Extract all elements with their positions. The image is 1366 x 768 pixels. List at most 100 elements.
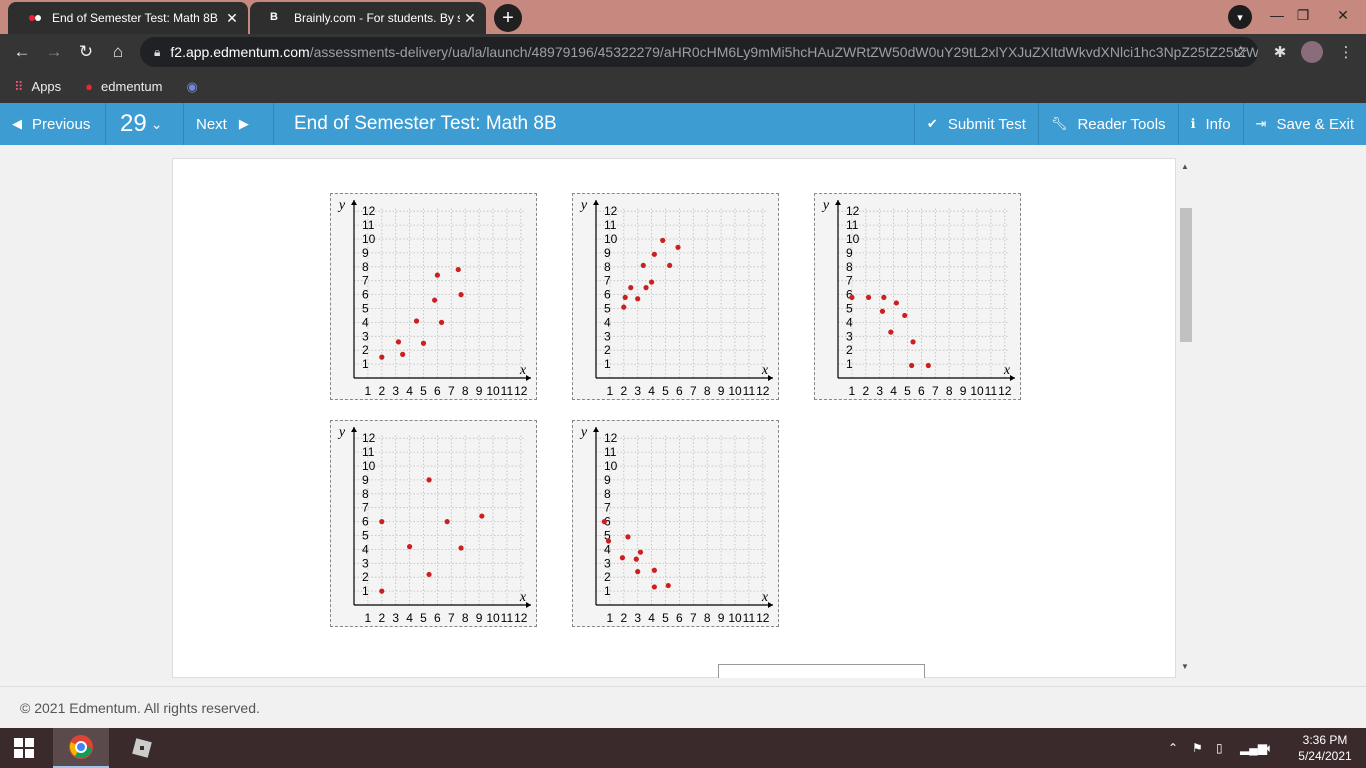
data-point bbox=[849, 294, 855, 300]
previous-label: Previous bbox=[32, 115, 91, 133]
tab-search-icon[interactable]: ▾ bbox=[1228, 5, 1252, 29]
previous-button[interactable]: ◀ Previous bbox=[0, 103, 106, 145]
question-selector[interactable]: 29 ⌄ bbox=[106, 103, 184, 145]
roblox-taskbar-icon[interactable] bbox=[114, 728, 170, 768]
close-tab-icon[interactable]: ✕ bbox=[460, 10, 480, 27]
y-axis-label: y bbox=[821, 198, 830, 213]
y-tick-label: 4 bbox=[604, 542, 611, 556]
answer-choice-graph-5[interactable]: 1 2 3 4 5 6 7 8 9 10 11 12 1 2 3 4 5 6 7 8 9 10 11 12 x y bbox=[572, 420, 779, 627]
scroll-up-icon[interactable]: ▲ bbox=[1178, 162, 1192, 176]
extensions-icon[interactable]: ✱ bbox=[1264, 34, 1296, 70]
y-tick-label: 2 bbox=[846, 343, 853, 357]
y-tick-label: 5 bbox=[362, 302, 369, 316]
close-window-icon[interactable]: ✕ bbox=[1320, 0, 1366, 30]
bookmark-apps[interactable]: ⠿ Apps bbox=[14, 79, 61, 95]
data-point bbox=[651, 584, 657, 590]
data-point bbox=[651, 567, 657, 573]
x-tick-label: 1 bbox=[365, 384, 372, 398]
answer-drop-zone[interactable] bbox=[718, 664, 925, 678]
new-tab-button[interactable]: + bbox=[494, 4, 522, 32]
x-axis-arrow bbox=[768, 375, 773, 381]
chrome-taskbar-icon[interactable] bbox=[53, 728, 109, 768]
scroll-down-icon[interactable]: ▼ bbox=[1178, 662, 1192, 676]
data-point bbox=[379, 519, 385, 525]
back-icon[interactable]: ← bbox=[6, 36, 38, 68]
page-title: End of Semester Test: Math 8B bbox=[294, 113, 557, 134]
y-axis-arrow bbox=[593, 427, 599, 432]
x-tick-label: 4 bbox=[648, 611, 655, 625]
edmentum-favicon-icon bbox=[28, 11, 42, 25]
volume-icon[interactable]: 🔈︎ bbox=[1266, 728, 1273, 768]
address-bar[interactable]: 🔒︎ f2.app.edmentum.com /assessments-deli… bbox=[140, 37, 1258, 67]
network-icon[interactable]: ▂▄▆ bbox=[1240, 728, 1267, 768]
data-point bbox=[625, 534, 631, 540]
answer-choice-graph-3[interactable]: 1 2 3 4 5 6 7 8 9 10 11 12 1 2 3 4 5 6 7 8 9 10 11 12 x y bbox=[814, 193, 1021, 400]
x-tick-label: 7 bbox=[448, 611, 455, 625]
scatter-plot-2: 1 2 3 4 5 6 7 8 9 10 11 12123456789101112xy bbox=[579, 198, 773, 398]
avatar[interactable] bbox=[1296, 34, 1328, 70]
windows-start-icon[interactable] bbox=[0, 728, 48, 768]
forward-icon[interactable]: → bbox=[38, 36, 70, 68]
y-tick-label: 7 bbox=[362, 274, 369, 288]
x-tick-label: 2 bbox=[862, 384, 869, 398]
answer-choice-graph-2[interactable]: 1 2 3 4 5 6 7 8 9 10 11 12 1 2 3 4 5 6 7 8 9 10 11 12 x y bbox=[572, 193, 779, 400]
taskbar: ⌃ ⚑ ▯ ▂▄▆ 🔈︎ 3:36 PM 5/24/2021 bbox=[0, 728, 1366, 768]
data-point bbox=[640, 262, 646, 269]
x-tick-label: 1 bbox=[607, 611, 614, 625]
y-tick-label: 7 bbox=[604, 274, 611, 288]
tab-edmentum[interactable]: End of Semester Test: Math 8B ✕ bbox=[8, 2, 248, 34]
y-tick-label: 5 bbox=[846, 302, 853, 316]
y-axis-label: y bbox=[579, 425, 588, 440]
x-axis-label: x bbox=[761, 363, 769, 378]
x-tick-label: 6 bbox=[434, 384, 441, 398]
x-tick-label: 3 bbox=[634, 384, 641, 398]
info-button[interactable]: ℹ Info bbox=[1177, 103, 1243, 145]
data-point bbox=[635, 296, 641, 302]
x-tick-label: 5 bbox=[662, 384, 669, 398]
scrollbar-thumb[interactable] bbox=[1180, 208, 1192, 342]
next-button[interactable]: Next ▶ bbox=[184, 103, 274, 145]
y-tick-label: 3 bbox=[604, 329, 611, 343]
reader-tools-button[interactable]: 🔧︎ Reader Tools bbox=[1037, 103, 1178, 145]
system-clock[interactable]: 3:36 PM 5/24/2021 bbox=[1294, 732, 1356, 764]
bookmark-edmentum[interactable]: ● edmentum bbox=[85, 79, 162, 94]
y-tick-label: 9 bbox=[362, 246, 369, 260]
tray-chevron-icon[interactable]: ⌃ bbox=[1168, 728, 1178, 768]
home-icon[interactable]: ⌂ bbox=[102, 36, 134, 68]
save-exit-button[interactable]: ⇥ Save & Exit bbox=[1242, 103, 1366, 145]
x-tick-label: 9 bbox=[960, 384, 967, 398]
y-tick-label: 8 bbox=[846, 260, 853, 274]
save-exit-label: Save & Exit bbox=[1276, 115, 1354, 133]
menu-icon[interactable]: ⋮ bbox=[1330, 34, 1362, 70]
scatter-plot-5: 1 2 3 4 5 6 7 8 9 10 11 12123456789101112xy bbox=[579, 425, 773, 625]
clock-date: 5/24/2021 bbox=[1298, 749, 1352, 763]
tab-title: End of Semester Test: Math 8B bbox=[52, 11, 218, 25]
bookmark-label: Apps bbox=[31, 79, 62, 94]
data-point bbox=[379, 354, 385, 360]
submit-test-button[interactable]: ✔ Submit Test bbox=[913, 103, 1038, 145]
data-point bbox=[637, 549, 644, 555]
device-icon[interactable]: ▯ bbox=[1216, 728, 1223, 768]
close-tab-icon[interactable]: ✕ bbox=[222, 10, 242, 27]
x-tick-label: 9 bbox=[476, 384, 483, 398]
answer-choice-graph-1[interactable]: 1 2 3 4 5 6 7 8 9 10 11 12 1 2 3 4 5 6 7 8 9 10 11 12 x y bbox=[330, 193, 537, 400]
bookmark-discord[interactable]: ◉ bbox=[186, 79, 205, 95]
url-host: f2.app.edmentum.com bbox=[170, 44, 310, 60]
x-tick-label: 11 bbox=[743, 611, 756, 625]
answer-choice-graph-4[interactable]: 1 2 3 4 5 6 7 8 9 10 11 12 1 2 3 4 5 6 7 8 9 10 11 12 x y bbox=[330, 420, 537, 627]
data-point bbox=[675, 244, 681, 250]
y-tick-label: 12 bbox=[604, 204, 618, 218]
bookmark-star-icon[interactable]: ☆ bbox=[1234, 42, 1248, 62]
flag-icon[interactable]: ⚑ bbox=[1192, 728, 1203, 768]
y-tick-label: 10 bbox=[604, 459, 618, 473]
data-point bbox=[455, 266, 461, 273]
tab-brainly[interactable]: B Brainly.com - For students. By stu ✕ bbox=[250, 2, 486, 34]
y-axis-arrow bbox=[351, 200, 357, 205]
y-tick-label: 2 bbox=[604, 570, 611, 584]
question-number: 29 bbox=[120, 110, 147, 137]
scatter-plot-4: 1 2 3 4 5 6 7 8 9 10 11 12123456789101112xy bbox=[337, 425, 531, 625]
data-point bbox=[619, 555, 626, 561]
x-tick-label: 7 bbox=[448, 384, 455, 398]
reload-icon[interactable]: ↻ bbox=[70, 36, 102, 68]
y-tick-label: 1 bbox=[846, 357, 853, 371]
